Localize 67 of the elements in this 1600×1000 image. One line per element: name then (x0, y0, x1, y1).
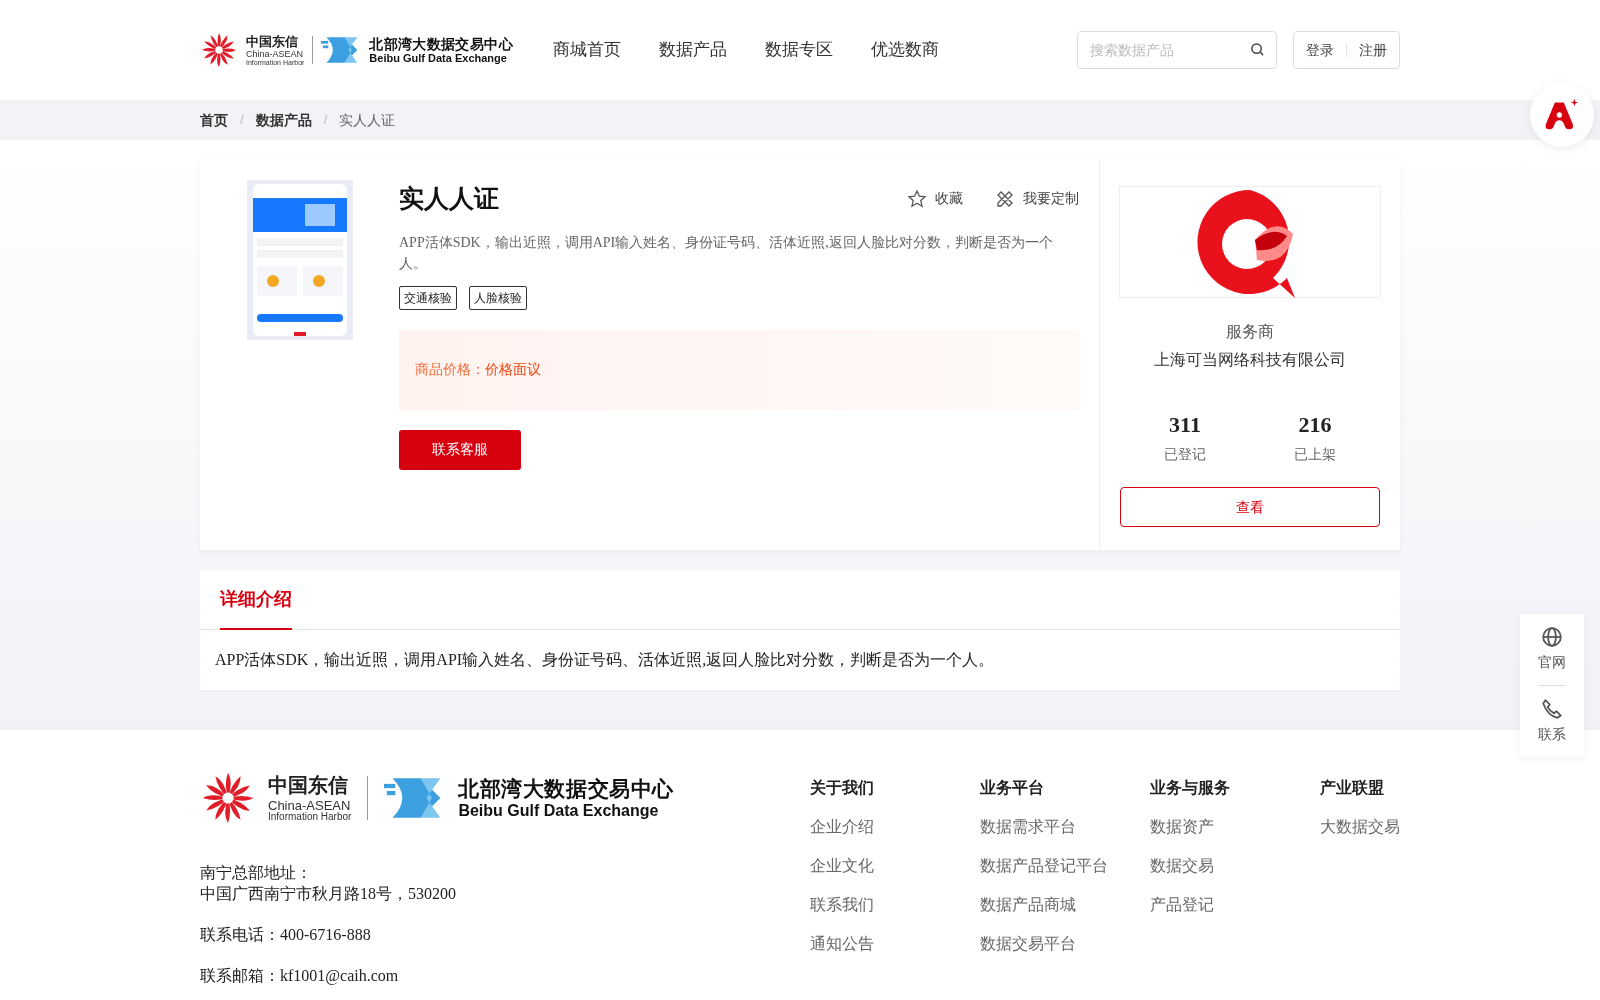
vendor-role: 服务商 (1226, 322, 1274, 342)
footer-link[interactable]: 产品登记 (1150, 893, 1320, 917)
footer-link[interactable]: 数据产品登记平台 (980, 854, 1150, 878)
footer-link[interactable]: 数据交易平台 (980, 932, 1150, 956)
footer-link[interactable]: 数据交易 (1150, 854, 1320, 878)
logo-text: China-ASEAN (268, 798, 352, 812)
footer-link[interactable]: 数据资产 (1150, 815, 1320, 839)
favorite-button[interactable]: 收藏 (907, 188, 963, 210)
customize-button[interactable]: 我要定制 (995, 188, 1079, 210)
breadcrumb-separator: / (240, 111, 244, 130)
logo-text: China-ASEAN (246, 49, 305, 59)
footer-link[interactable]: 企业文化 (810, 854, 980, 878)
vendor-name: 上海可当网络科技有限公司 (1154, 350, 1346, 370)
logo-text: 北部湾大数据交易中心 (369, 36, 513, 51)
product-title: 实人人证 (399, 183, 499, 214)
address-label: 南宁总部地址： (200, 863, 313, 883)
detail-text: APP活体SDK，输出近照，调用API输入姓名、身份证号码、活体近照,返回人脸比对分数，判断是否为一个人。 (214, 650, 996, 670)
logo-text: Information Harbor (268, 811, 352, 822)
flower-logo-icon (200, 31, 238, 69)
footer-link[interactable]: 企业介绍 (810, 815, 980, 839)
logo-text: Beibu Gulf Data Exchange (369, 52, 508, 64)
tag: 人脸核验 (469, 285, 527, 310)
view-button[interactable]: 查看 (1120, 487, 1380, 527)
phone-icon (1541, 698, 1563, 720)
auth-link[interactable]: 登录 (1306, 39, 1334, 61)
contact-button[interactable]: 联系 (1538, 698, 1566, 745)
star-icon (907, 188, 927, 209)
email-text: 联系邮箱：kf1001@caih.com (200, 966, 400, 986)
footer-column-title: 关于我们 (810, 778, 875, 798)
footer-link[interactable]: 大数据交易 (1320, 815, 1400, 839)
stat-label: 已登记 (1164, 445, 1206, 464)
nav-link[interactable]: 数据专区 (764, 37, 833, 63)
price-value: 价格面议 (485, 360, 541, 379)
breadcrumb-link[interactable]: 数据产品 (255, 109, 312, 131)
search-field[interactable]: 搜索数据产品 (1077, 31, 1277, 69)
nav-link[interactable]: 数据产品 (658, 37, 727, 63)
contact-service-button[interactable]: 联系客服 (399, 429, 521, 470)
tag: 交通核验 (399, 285, 457, 310)
address-text: 中国广西南宁市秋月路18号，530200 (200, 884, 457, 904)
nav-link[interactable]: 优选数商 (870, 37, 939, 63)
stat-value: 311 (1169, 414, 1201, 436)
product-description: APP活体SDK，输出近照，调用API输入姓名、身份证号码、活体近照,返回人脸比对分数，判断是否为一个人。 (399, 233, 1054, 273)
nav-link[interactable]: 商城首页 (552, 37, 621, 63)
footer-link[interactable]: 联系我们 (810, 893, 980, 917)
logo-text: 中国东信 (268, 774, 349, 795)
footer-column-title: 业务与服务 (1150, 778, 1231, 798)
footer-column-title: 产业联盟 (1320, 778, 1385, 798)
stat-value: 216 (1298, 414, 1332, 436)
website-button[interactable]: 官网 (1538, 626, 1566, 673)
breadcrumb-link[interactable]: 首页 (200, 109, 228, 131)
letter-a-sparkle-icon (1544, 99, 1580, 131)
auth-link[interactable]: 注册 (1359, 39, 1387, 61)
footer-column-title: 业务平台 (980, 778, 1045, 798)
footer-link[interactable]: 数据需求平台 (980, 815, 1150, 839)
logo-text: Beibu Gulf Data Exchange (458, 802, 660, 819)
breadcrumb-separator: / (323, 111, 328, 130)
price-label: 商品价格： (415, 360, 485, 379)
stat-label: 已上架 (1294, 445, 1336, 464)
logo-text: 中国东信 (246, 34, 299, 48)
footer-link[interactable]: 通知公告 (810, 932, 980, 956)
globe-icon (1541, 626, 1563, 648)
footer-link[interactable]: 数据产品商城 (980, 893, 1150, 917)
detail-tab[interactable]: 详细介绍 (220, 570, 292, 630)
logo-text: 北部湾大数据交易中心 (458, 777, 674, 799)
search-icon (1250, 42, 1265, 57)
breadcrumb-current: 实人人证 (339, 110, 396, 130)
phone-text: 联系电话：400-6716-888 (200, 925, 372, 945)
